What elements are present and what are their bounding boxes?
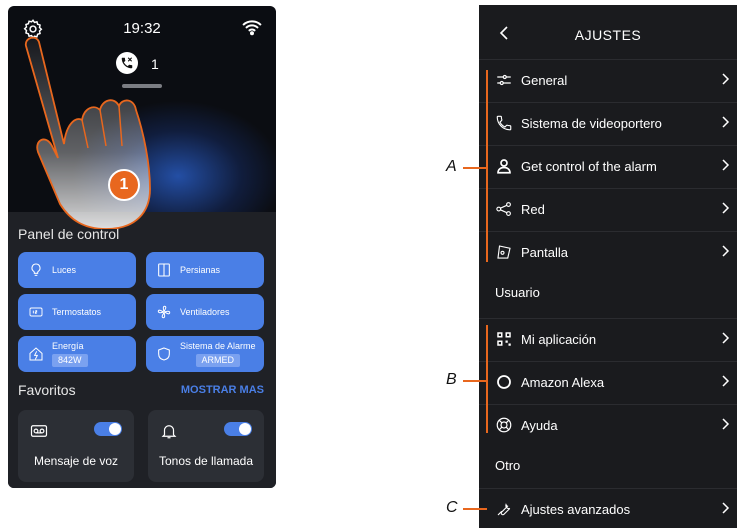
- alexa-icon: [495, 373, 513, 391]
- callout-line-b: [463, 380, 487, 382]
- settings-label: Red: [521, 201, 545, 217]
- step-marker: 1: [108, 169, 140, 201]
- settings-item-alarm[interactable]: Get control of the alarm: [479, 145, 737, 186]
- settings-item-alexa[interactable]: Amazon Alexa: [479, 361, 737, 402]
- settings-item-general[interactable]: General: [479, 59, 737, 100]
- section-other: Otro: [495, 458, 521, 473]
- callout-label-a: A: [446, 158, 457, 175]
- bell-icon: [161, 425, 177, 439]
- callout-line-c: [463, 508, 487, 510]
- settings-screen: AJUSTES General Sistema de videoportero …: [479, 5, 737, 528]
- settings-item-help[interactable]: Ayuda: [479, 404, 737, 445]
- shield-icon: [156, 346, 172, 362]
- settings-label: General: [521, 72, 568, 88]
- show-more-link[interactable]: MOSTRAR MAS: [181, 384, 264, 396]
- chevron-right-icon: [722, 73, 730, 85]
- voicemail-icon: [30, 425, 48, 437]
- fan-icon: [156, 304, 172, 320]
- thermostat-icon: [28, 304, 44, 320]
- voicemail-toggle[interactable]: [94, 422, 122, 436]
- settings-label: Pantalla: [521, 244, 568, 260]
- chevron-right-icon: [722, 116, 730, 128]
- favorite-label: Tonos de llamada: [158, 454, 254, 468]
- chevron-right-icon: [722, 502, 730, 514]
- settings-label: Amazon Alexa: [521, 374, 605, 390]
- user-icon: [495, 157, 513, 175]
- favorite-ringtones[interactable]: Tonos de llamada: [148, 410, 264, 482]
- tile-label: Ventiladores: [180, 307, 230, 317]
- control-panel: Panel de control Luces Persianas Termost…: [8, 212, 276, 488]
- energy-value: 842W: [52, 354, 88, 367]
- tile-alarm[interactable]: Sistema de Alarme ARMED: [146, 336, 264, 372]
- pointing-hand-illustration: [24, 36, 151, 229]
- bulb-icon: [28, 262, 44, 278]
- chevron-right-icon: [722, 202, 730, 214]
- callout-bracket-b: [486, 325, 492, 433]
- callout-label-c: C: [446, 499, 458, 516]
- tile-label: Termostatos: [52, 307, 102, 317]
- tile-blinds[interactable]: Persianas: [146, 252, 264, 288]
- settings-item-my-app[interactable]: Mi aplicación: [479, 318, 737, 359]
- settings-label: Ajustes avanzados: [521, 501, 631, 517]
- alarm-status: ARMED: [195, 354, 241, 367]
- settings-item-advanced[interactable]: Ajustes avanzados: [479, 488, 737, 529]
- settings-title: AJUSTES: [574, 27, 642, 43]
- settings-item-display[interactable]: Pantalla: [479, 231, 737, 272]
- tile-label: Energía: [52, 341, 84, 351]
- callout-line-a: [463, 167, 487, 169]
- favorite-label: Mensaje de voz: [33, 454, 119, 468]
- share-network-icon: [495, 200, 513, 218]
- tile-label: Luces: [52, 265, 77, 275]
- window-icon: [156, 262, 172, 278]
- wrench-icon: [495, 500, 513, 518]
- home-screen: 19:32 1 Panel de control Luces Persianas…: [8, 6, 276, 488]
- favorite-voicemail[interactable]: Mensaje de voz: [18, 410, 134, 482]
- chevron-right-icon: [722, 418, 730, 430]
- callout-bracket-a: [486, 70, 492, 262]
- tile-label: Sistema de Alarme: [180, 341, 256, 351]
- tile-thermostats[interactable]: Termostatos: [18, 294, 136, 330]
- tile-energy[interactable]: Energía 842W: [18, 336, 136, 372]
- section-user: Usuario: [495, 285, 540, 300]
- tile-fans[interactable]: Ventiladores: [146, 294, 264, 330]
- lifebuoy-icon: [495, 416, 513, 434]
- tile-label: Persianas: [180, 265, 221, 275]
- settings-label: Sistema de videoportero: [521, 115, 662, 131]
- ringtones-toggle[interactable]: [224, 422, 252, 436]
- wifi-icon: [242, 20, 262, 36]
- chevron-right-icon: [722, 245, 730, 257]
- chevron-right-icon: [722, 159, 730, 171]
- chevron-right-icon: [722, 375, 730, 387]
- settings-label: Ayuda: [521, 417, 558, 433]
- phone-icon: [495, 114, 513, 132]
- callout-label-b: B: [446, 371, 457, 388]
- settings-item-videophone[interactable]: Sistema de videoportero: [479, 102, 737, 143]
- settings-label: Get control of the alarm: [521, 158, 657, 174]
- settings-label: Mi aplicación: [521, 331, 597, 347]
- display-icon: [495, 243, 513, 261]
- chevron-right-icon: [722, 332, 730, 344]
- settings-item-network[interactable]: Red: [479, 188, 737, 229]
- qr-code-icon: [495, 330, 513, 348]
- sliders-icon: [495, 71, 513, 89]
- favorites-title: Favoritos: [18, 382, 76, 398]
- home-energy-icon: [28, 346, 44, 362]
- tile-lights[interactable]: Luces: [18, 252, 136, 288]
